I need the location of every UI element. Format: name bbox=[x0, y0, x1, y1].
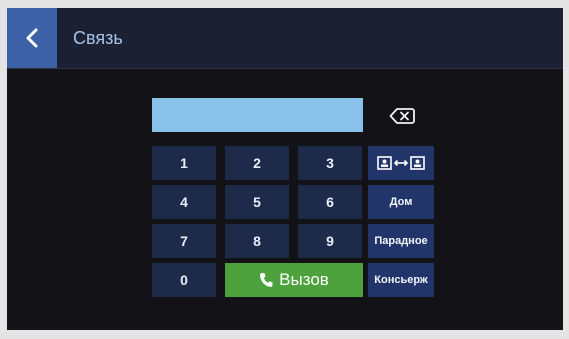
key-4[interactable]: 4 bbox=[152, 185, 216, 219]
key-6[interactable]: 6 bbox=[298, 185, 362, 219]
key-7[interactable]: 7 bbox=[152, 224, 216, 258]
concierge-button[interactable]: Консьерж bbox=[368, 263, 434, 297]
top-bar: Связь bbox=[7, 8, 563, 69]
key-3[interactable]: 3 bbox=[298, 146, 362, 180]
backspace-icon bbox=[389, 108, 415, 124]
key-0[interactable]: 0 bbox=[152, 263, 216, 297]
backspace-button[interactable] bbox=[385, 104, 419, 128]
key-9[interactable]: 9 bbox=[298, 224, 362, 258]
entrance-button[interactable]: Парадное bbox=[368, 224, 434, 258]
call-button[interactable]: Вызов bbox=[225, 263, 363, 297]
phone-icon bbox=[260, 273, 273, 287]
number-display bbox=[152, 98, 363, 132]
intercom-transfer-icon bbox=[377, 156, 425, 170]
key-2[interactable]: 2 bbox=[225, 146, 289, 180]
call-button-label: Вызов bbox=[279, 270, 329, 289]
key-5[interactable]: 5 bbox=[225, 185, 289, 219]
key-8[interactable]: 8 bbox=[225, 224, 289, 258]
transfer-button[interactable] bbox=[368, 146, 434, 180]
chevron-left-icon bbox=[26, 28, 38, 48]
intercom-screen: Связь 1 2 3 4 5 6 Дом 7 8 9 Парадное 0 В… bbox=[7, 8, 563, 330]
key-1[interactable]: 1 bbox=[152, 146, 216, 180]
home-button[interactable]: Дом bbox=[368, 185, 434, 219]
back-button[interactable] bbox=[7, 8, 57, 68]
page-title: Связь bbox=[73, 28, 123, 48]
